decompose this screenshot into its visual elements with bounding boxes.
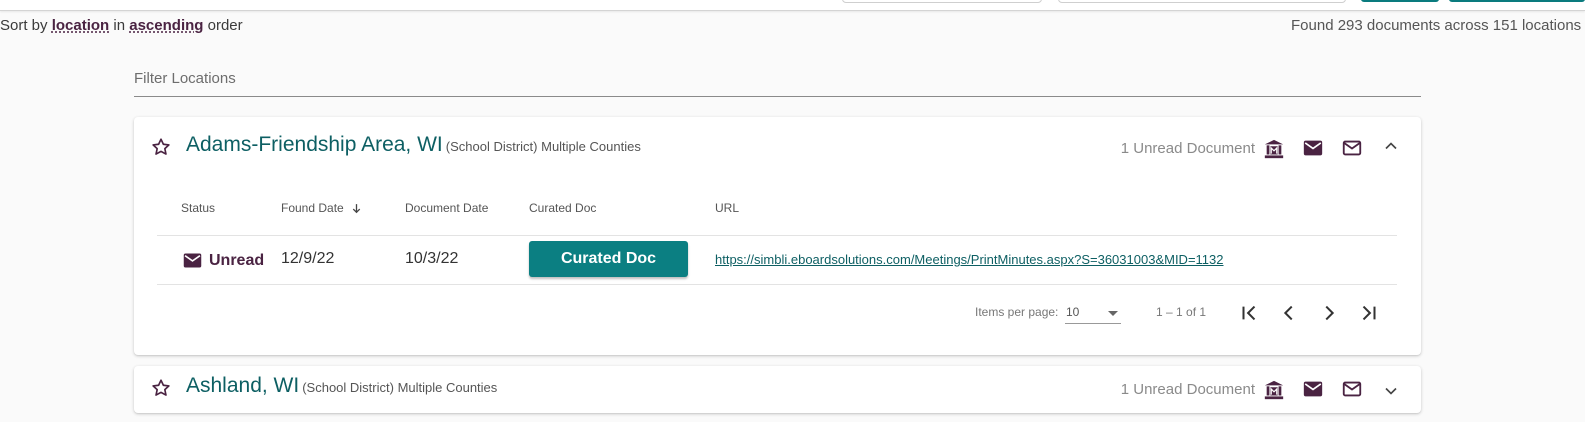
- sort-suffix: order: [207, 17, 243, 34]
- sort-middle: in: [113, 17, 126, 34]
- previous-page-icon[interactable]: [1278, 302, 1300, 324]
- arrow-down-icon: [352, 203, 360, 213]
- sort-field-toggle[interactable]: location: [52, 17, 110, 34]
- unread-count: 1 Unread Document: [1120, 381, 1255, 398]
- table-divider: [157, 284, 1397, 285]
- toolbar-button-2[interactable]: [1449, 0, 1585, 2]
- status-label: Unread: [209, 251, 265, 269]
- chevron-down-icon[interactable]: [1381, 381, 1401, 401]
- document-url-link[interactable]: https://simbli.eboardsolutions.com/Meeti…: [715, 252, 1224, 267]
- filter-locations-input[interactable]: [134, 70, 1421, 87]
- column-header-found-date[interactable]: Found Date: [281, 201, 363, 215]
- location-name: Adams-Friendship Area, WI: [186, 133, 443, 156]
- mail-filled-icon[interactable]: [1302, 378, 1324, 400]
- location-title[interactable]: Ashland, WI (School District) Multiple Co…: [186, 374, 497, 398]
- location-title[interactable]: Adams-Friendship Area, WI (School Distric…: [186, 133, 641, 157]
- status-cell: Unread: [182, 250, 264, 271]
- document-date-cell: 10/3/22: [405, 250, 459, 267]
- toolbar-field[interactable]: [842, 0, 1042, 3]
- dropdown-arrow-icon: [1108, 311, 1118, 316]
- municipal-building-icon[interactable]: [1263, 379, 1285, 401]
- sort-description: Sort by location in ascending order: [0, 17, 243, 34]
- location-subtitle: (School District) Multiple Counties: [302, 380, 498, 395]
- star-outline-icon[interactable]: [150, 136, 172, 158]
- items-per-page-label: Items per page:: [975, 305, 1059, 319]
- toolbar-search-field[interactable]: [1058, 0, 1346, 3]
- toolbar-button[interactable]: [1361, 0, 1439, 2]
- first-page-icon[interactable]: [1238, 302, 1260, 324]
- location-subtitle: (School District) Multiple Counties: [445, 139, 641, 154]
- page-range-label: 1 – 1 of 1: [1156, 305, 1207, 319]
- found-date-cell: 12/9/22: [281, 250, 335, 267]
- table-divider: [157, 235, 1397, 236]
- mail-outline-icon[interactable]: [1341, 378, 1363, 400]
- mail-filled-icon[interactable]: [1302, 137, 1324, 159]
- star-outline-icon[interactable]: [150, 377, 172, 399]
- page-size-value: 10: [1066, 305, 1080, 319]
- results-summary: Found 293 documents across 151 locations: [1291, 17, 1582, 34]
- column-header-document-date[interactable]: Document Date: [405, 201, 488, 215]
- location-card: Ashland, WI (School District) Multiple Co…: [134, 366, 1421, 413]
- sort-prefix: Sort by: [0, 17, 48, 34]
- top-toolbar: [0, 0, 1585, 11]
- curated-doc-button[interactable]: Curated Doc: [529, 241, 688, 277]
- location-name: Ashland, WI: [186, 374, 300, 397]
- column-header-status[interactable]: Status: [181, 201, 215, 215]
- column-header-curated-doc[interactable]: Curated Doc: [529, 201, 596, 215]
- next-page-icon[interactable]: [1318, 302, 1340, 324]
- column-header-url[interactable]: URL: [715, 201, 739, 215]
- mail-filled-icon: [183, 253, 202, 268]
- mail-outline-icon[interactable]: [1341, 137, 1363, 159]
- items-per-page-select[interactable]: 10: [1065, 302, 1121, 324]
- filter-field: [134, 62, 1421, 97]
- municipal-building-icon[interactable]: [1263, 138, 1285, 160]
- found-date-label: Found Date: [281, 201, 344, 215]
- chevron-up-icon[interactable]: [1381, 136, 1401, 156]
- sort-direction-toggle[interactable]: ascending: [129, 17, 203, 34]
- location-card: Adams-Friendship Area, WI (School Distric…: [134, 117, 1421, 355]
- unread-count: 1 Unread Document: [1120, 140, 1255, 157]
- last-page-icon[interactable]: [1358, 302, 1380, 324]
